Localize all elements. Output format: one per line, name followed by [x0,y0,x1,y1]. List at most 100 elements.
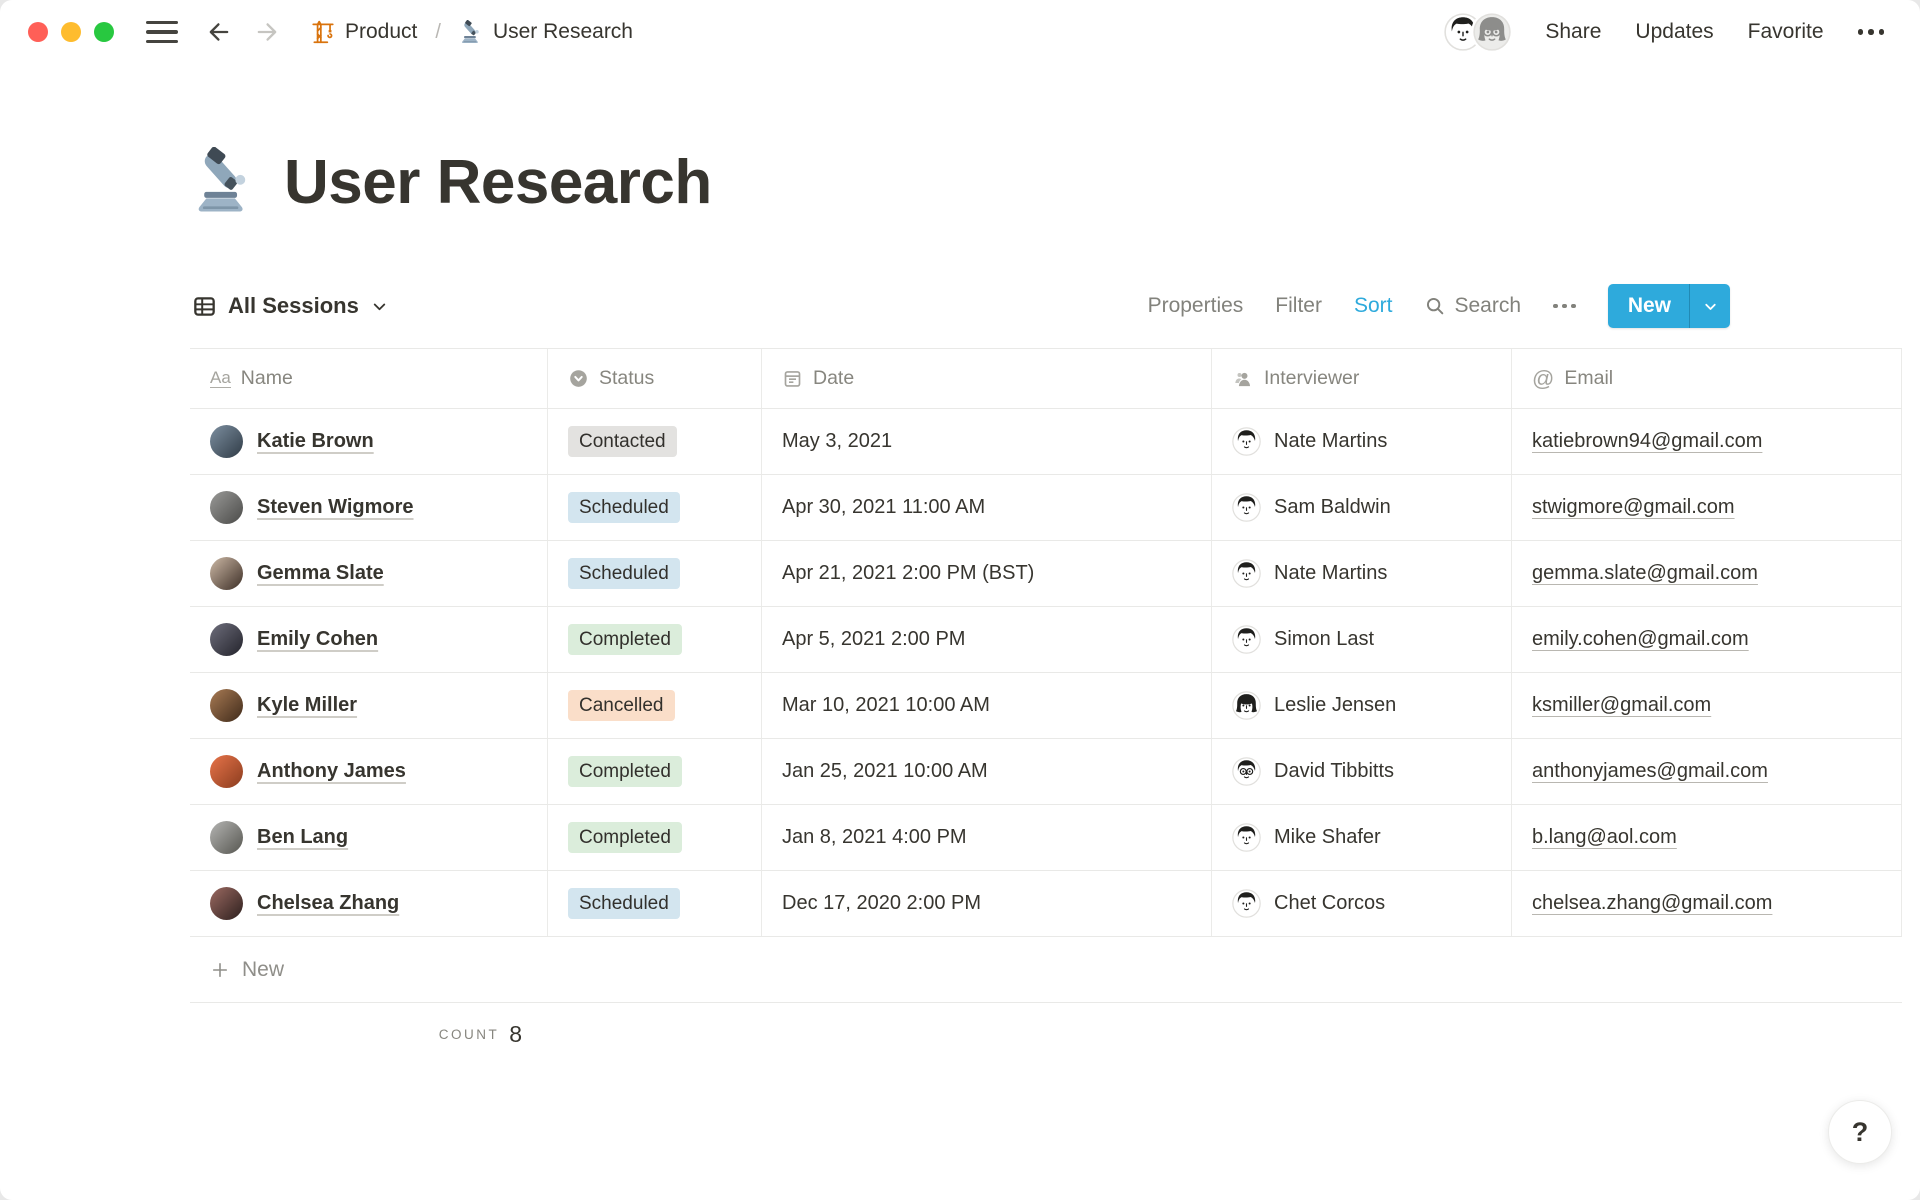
status-cell[interactable]: Completed [548,607,762,672]
interviewer-avatar [1232,625,1261,654]
collaborator-avatars[interactable] [1444,13,1512,51]
search-button[interactable]: Search [1424,294,1521,318]
favorite-button[interactable]: Favorite [1748,20,1824,44]
participant-avatar [210,623,243,656]
status-cell[interactable]: Cancelled [548,673,762,738]
table-row[interactable]: Anthony James Completed Jan 25, 2021 10:… [190,739,1902,805]
interviewer-name: Chet Corcos [1274,892,1386,914]
email-cell[interactable]: ksmiller@gmail.com [1512,673,1902,738]
share-button[interactable]: Share [1545,20,1601,44]
crane-icon [310,19,336,45]
column-header-status[interactable]: Status [548,349,762,408]
more-options-icon[interactable] [1857,29,1884,35]
help-button[interactable]: ? [1828,1100,1892,1164]
email-cell[interactable]: chelsea.zhang@gmail.com [1512,871,1902,936]
name-cell[interactable]: Gemma Slate [190,541,548,606]
status-cell[interactable]: Scheduled [548,475,762,540]
table-row[interactable]: Kyle Miller Cancelled Mar 10, 2021 10:00… [190,673,1902,739]
count-summary[interactable]: COUNT 8 [190,1003,548,1065]
date-value: Mar 10, 2021 10:00 AM [782,694,990,716]
back-arrow-icon[interactable] [204,17,234,47]
session-name[interactable]: Steven Wigmore [257,496,414,519]
session-name[interactable]: Gemma Slate [257,562,384,585]
name-cell[interactable]: Anthony James [190,739,548,804]
table-row[interactable]: Steven Wigmore Scheduled Apr 30, 2021 11… [190,475,1902,541]
email-cell[interactable]: b.lang@aol.com [1512,805,1902,870]
page-title[interactable]: User Research [284,147,712,218]
plus-icon [210,960,230,980]
table-row[interactable]: Emily Cohen Completed Apr 5, 2021 2:00 P… [190,607,1902,673]
view-options-icon[interactable] [1553,303,1576,309]
breadcrumb-item-product[interactable]: Product [304,16,423,48]
interviewer-cell[interactable]: Nate Martins [1212,409,1512,474]
add-row-button[interactable]: New [190,937,1902,1003]
session-name[interactable]: Kyle Miller [257,694,357,717]
zoom-window-button[interactable] [94,22,114,42]
new-button-label[interactable]: New [1608,284,1689,328]
session-name[interactable]: Anthony James [257,760,406,783]
interviewer-cell[interactable]: Simon Last [1212,607,1512,672]
filter-button[interactable]: Filter [1275,294,1322,318]
person-property-icon [1232,368,1254,390]
name-cell[interactable]: Emily Cohen [190,607,548,672]
microscope-icon[interactable] [190,147,260,217]
name-cell[interactable]: Chelsea Zhang [190,871,548,936]
name-cell[interactable]: Kyle Miller [190,673,548,738]
minimize-window-button[interactable] [61,22,81,42]
table-row[interactable]: Chelsea Zhang Scheduled Dec 17, 2020 2:0… [190,871,1902,937]
status-cell[interactable]: Completed [548,805,762,870]
email-cell[interactable]: stwigmore@gmail.com [1512,475,1902,540]
column-label: Email [1564,367,1614,389]
interviewer-cell[interactable]: Mike Shafer [1212,805,1512,870]
column-header-name[interactable]: Aa Name [190,349,548,408]
date-cell[interactable]: Dec 17, 2020 2:00 PM [762,871,1212,936]
email-cell[interactable]: gemma.slate@gmail.com [1512,541,1902,606]
window-titlebar: Product / User Research Share Updates Fa… [0,0,1920,64]
session-name[interactable]: Ben Lang [257,826,348,849]
table-row[interactable]: Gemma Slate Scheduled Apr 21, 2021 2:00 … [190,541,1902,607]
date-cell[interactable]: Mar 10, 2021 10:00 AM [762,673,1212,738]
close-window-button[interactable] [28,22,48,42]
column-header-interviewer[interactable]: Interviewer [1212,349,1512,408]
properties-button[interactable]: Properties [1148,294,1244,318]
date-cell[interactable]: Jan 25, 2021 10:00 AM [762,739,1212,804]
status-cell[interactable]: Scheduled [548,541,762,606]
view-switcher[interactable]: All Sessions [190,289,397,323]
column-header-date[interactable]: Date [762,349,1212,408]
forward-arrow-icon[interactable] [252,17,282,47]
email-cell[interactable]: anthonyjames@gmail.com [1512,739,1902,804]
sidebar-menu-icon[interactable] [146,20,178,44]
interviewer-cell[interactable]: Nate Martins [1212,541,1512,606]
date-cell[interactable]: Apr 21, 2021 2:00 PM (BST) [762,541,1212,606]
status-cell[interactable]: Scheduled [548,871,762,936]
date-cell[interactable]: Apr 5, 2021 2:00 PM [762,607,1212,672]
date-cell[interactable]: Jan 8, 2021 4:00 PM [762,805,1212,870]
status-cell[interactable]: Contacted [548,409,762,474]
interviewer-name: Sam Baldwin [1274,496,1391,518]
session-name[interactable]: Emily Cohen [257,628,378,651]
new-button-chevron-icon[interactable] [1690,284,1730,328]
email-cell[interactable]: katiebrown94@gmail.com [1512,409,1902,474]
interviewer-cell[interactable]: Leslie Jensen [1212,673,1512,738]
table-row[interactable]: Katie Brown Contacted May 3, 2021 Nate M… [190,409,1902,475]
name-cell[interactable]: Ben Lang [190,805,548,870]
interviewer-avatar [1232,493,1261,522]
date-cell[interactable]: Apr 30, 2021 11:00 AM [762,475,1212,540]
interviewer-cell[interactable]: Sam Baldwin [1212,475,1512,540]
interviewer-cell[interactable]: David Tibbitts [1212,739,1512,804]
column-header-email[interactable]: @ Email [1512,349,1902,408]
status-cell[interactable]: Completed [548,739,762,804]
new-record-button[interactable]: New [1607,284,1730,328]
sort-button[interactable]: Sort [1354,294,1393,318]
breadcrumb-item-user-research[interactable]: User Research [453,17,639,48]
interviewer-cell[interactable]: Chet Corcos [1212,871,1512,936]
updates-button[interactable]: Updates [1635,20,1713,44]
date-cell[interactable]: May 3, 2021 [762,409,1212,474]
name-cell[interactable]: Steven Wigmore [190,475,548,540]
participant-avatar [210,689,243,722]
table-row[interactable]: Ben Lang Completed Jan 8, 2021 4:00 PM M… [190,805,1902,871]
name-cell[interactable]: Katie Brown [190,409,548,474]
session-name[interactable]: Chelsea Zhang [257,892,399,915]
session-name[interactable]: Katie Brown [257,430,374,453]
email-cell[interactable]: emily.cohen@gmail.com [1512,607,1902,672]
